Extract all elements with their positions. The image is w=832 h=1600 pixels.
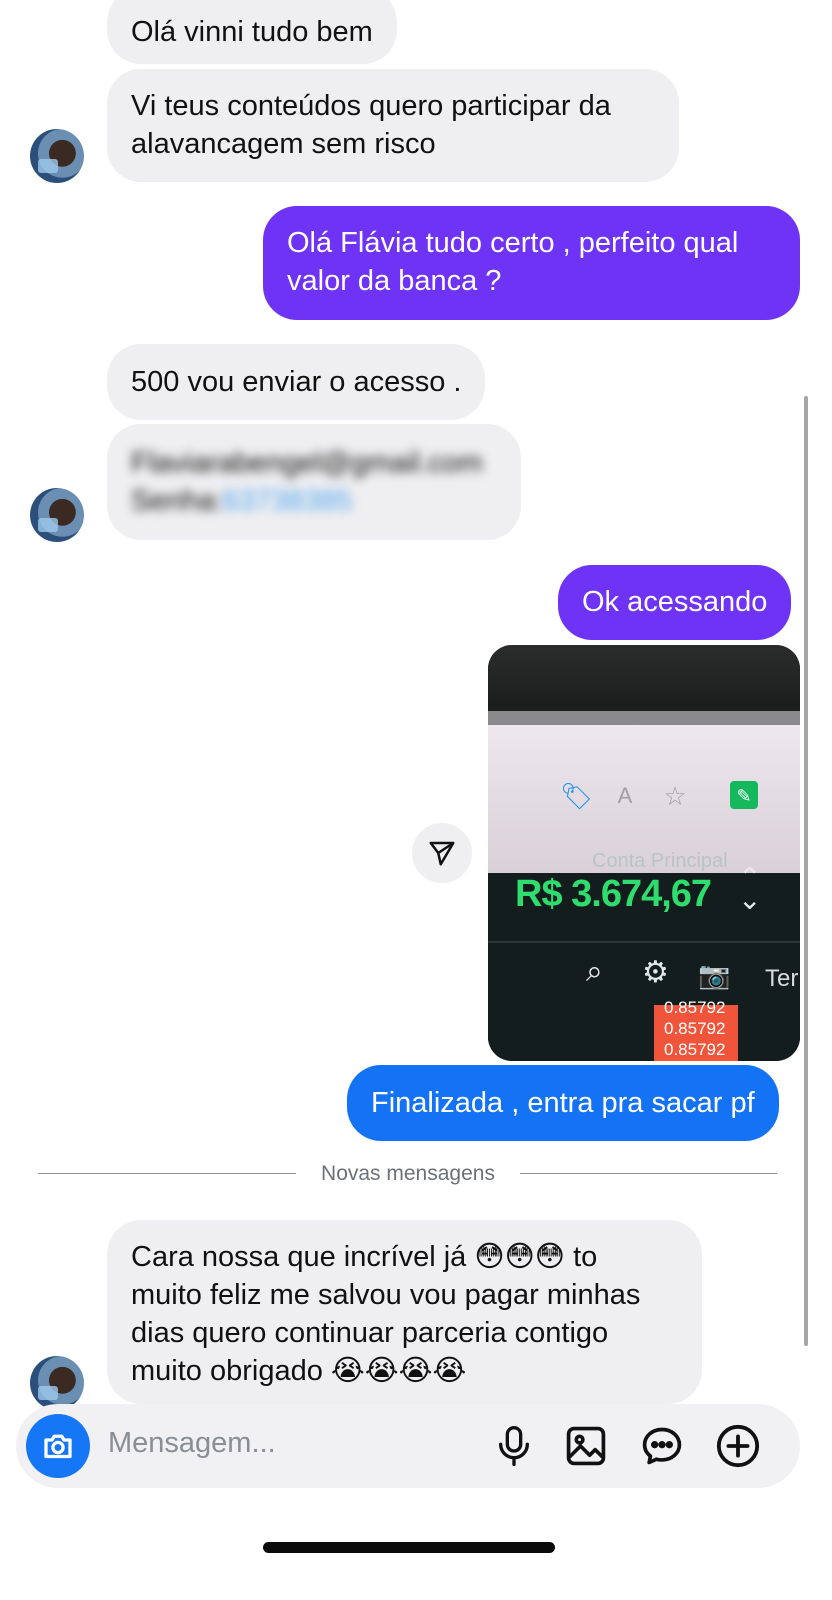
camera-button[interactable]: [26, 1414, 90, 1478]
gallery-button[interactable]: [562, 1422, 610, 1470]
read-aloud-icon: A: [617, 783, 633, 808]
sticker-icon: [642, 1427, 682, 1465]
message-bubble-incoming[interactable]: 500 vou enviar o acesso .: [107, 344, 486, 420]
scrollbar[interactable]: [804, 396, 808, 1346]
partial-label: Ter: [765, 965, 799, 992]
avatar[interactable]: [30, 129, 84, 183]
share-button[interactable]: [412, 823, 472, 883]
blurred-password-line: Senha:63738385: [131, 482, 497, 520]
price-box: 0.85792 0.85792 0.85792: [654, 998, 738, 1061]
price-value: 0.85792: [664, 1019, 726, 1038]
password-value: 63738385: [222, 485, 352, 517]
account-label: Conta Principal: [592, 850, 728, 872]
gallery-icon: [566, 1426, 606, 1466]
message-text: Olá Flávia tudo certo , perfeito qual: [287, 227, 739, 259]
search-tool-icon: ⌕: [586, 955, 603, 988]
edit-icon: ✎: [730, 781, 758, 809]
blurred-credentials: Flaviarabengel@gmail.com Senha:63738385: [131, 444, 497, 520]
chevron-updown-icon: ⌃ ⌄: [738, 862, 762, 915]
photo-message[interactable]: 🏷 A ☆ ✎ Conta Principal R$ 3.674,67 ⌃ ⌄ ⌕…: [488, 645, 800, 1061]
more-button[interactable]: [714, 1422, 762, 1470]
price-value: 0.85792: [664, 998, 726, 1017]
photo-strip: [488, 711, 800, 725]
message-text: Finalizada , entra pra sacar pf: [371, 1087, 755, 1119]
settings-icon: ⚙: [642, 956, 669, 989]
photo-monitor-bezel: [488, 645, 800, 711]
sticker-button[interactable]: [638, 1422, 686, 1470]
account-balance: R$ 3.674,67: [515, 873, 712, 915]
message-text: dias quero continuar parceria contigo: [131, 1317, 609, 1349]
message-text: Olá vinni tudo bem: [131, 16, 373, 48]
message-text: Vi teus conteúdos quero participar da: [131, 90, 611, 122]
blurred-email: Flaviarabengel@gmail.com: [131, 447, 483, 479]
message-text: 500 vou enviar o acesso .: [131, 366, 462, 398]
camera-snapshot-icon: 📷: [698, 960, 731, 990]
price-value: 0.85792: [664, 1040, 726, 1059]
voice-button[interactable]: [490, 1422, 538, 1470]
plus-icon: [716, 1424, 760, 1468]
avatar[interactable]: [30, 1356, 84, 1410]
message-text: Cara nossa que incrível já 😳😳😳 to: [131, 1241, 598, 1273]
microphone-icon: [499, 1426, 529, 1466]
message-bubble-incoming[interactable]: Olá vinni tudo bem: [107, 0, 397, 64]
message-bubble-incoming[interactable]: Cara nossa que incrível já 😳😳😳 to muito …: [107, 1220, 702, 1404]
message-bubble-incoming[interactable]: Vi teus conteúdos quero participar da al…: [107, 69, 679, 182]
message-bubble-outgoing[interactable]: Olá Flávia tudo certo , perfeito qual va…: [263, 206, 800, 320]
new-messages-label: Novas mensagens: [321, 1162, 495, 1185]
message-text: Ok acessando: [582, 586, 768, 618]
tag-icon: 🏷: [560, 781, 594, 811]
divider-left: [38, 1173, 296, 1174]
divider-right: [520, 1173, 777, 1174]
message-text: muito obrigado 😭😭😭😭: [131, 1355, 467, 1387]
home-indicator: [263, 1542, 555, 1553]
avatar[interactable]: [30, 488, 84, 542]
message-input[interactable]: Mensagem...: [108, 1427, 276, 1460]
message-bubble-outgoing[interactable]: Ok acessando: [558, 565, 792, 640]
photo-divider: [488, 941, 800, 943]
camera-icon: [44, 1434, 72, 1459]
password-label: Senha:: [131, 485, 223, 517]
message-text: valor da banca ?: [287, 265, 502, 297]
star-icon: ☆: [663, 781, 687, 811]
message-text: muito feliz me salvou vou pagar minhas: [131, 1279, 641, 1311]
message-bubble-incoming-blurred[interactable]: Flaviarabengel@gmail.com Senha:63738385: [107, 424, 521, 540]
message-text: alavancagem sem risco: [131, 128, 436, 160]
message-bubble-outgoing[interactable]: Finalizada , entra pra sacar pf: [347, 1065, 779, 1141]
send-arrow-icon: [429, 841, 455, 866]
